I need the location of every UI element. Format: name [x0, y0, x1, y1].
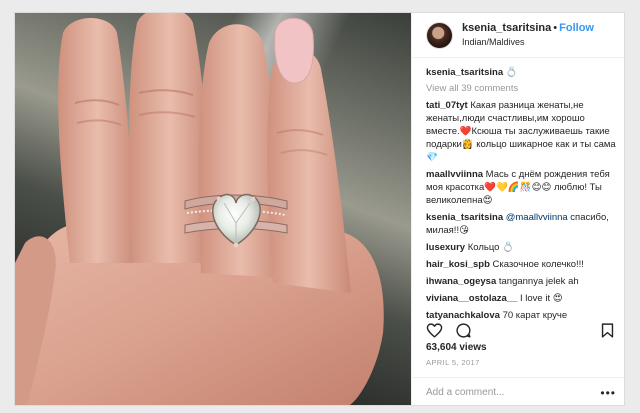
post-header: ksenia_tsaritsina • Follow Indian/Maldives: [412, 13, 624, 58]
caption: ksenia_tsaritsina 💍: [426, 66, 616, 79]
comment-username[interactable]: ihwana_ogeysa: [426, 276, 496, 287]
comment-item: tati_07tyt Какая разница женаты,не женат…: [426, 99, 616, 164]
post-header-line: ksenia_tsaritsina • Follow: [462, 21, 594, 35]
comment-username[interactable]: lusexury: [426, 242, 465, 253]
view-count: 63,604 views: [426, 342, 487, 353]
instagram-post-card: ksenia_tsaritsina • Follow Indian/Maldives…: [14, 12, 625, 406]
comment-username[interactable]: maallvviinna: [426, 169, 483, 180]
more-options-icon[interactable]: •••: [600, 386, 616, 400]
view-all-comments-link[interactable]: View all 39 comments: [426, 83, 616, 94]
add-comment-bar: •••: [412, 377, 624, 405]
follow-button[interactable]: Follow: [559, 22, 594, 34]
comment-username[interactable]: viviana__ostolaza__: [426, 293, 517, 304]
comment-text: I love it 😍: [520, 293, 563, 304]
post-actions: [426, 320, 616, 340]
comment-text: Кольцо 💍: [467, 242, 514, 253]
post-username[interactable]: ksenia_tsaritsina: [462, 22, 551, 34]
comment-username[interactable]: ksenia_tsaritsina: [426, 212, 503, 223]
bookmark-icon[interactable]: [599, 322, 616, 339]
comment-item: viviana__ostolaza__ I love it 😍: [426, 292, 616, 305]
comment-username[interactable]: tati_07tyt: [426, 100, 468, 111]
comment-item: ihwana_ogeysa tangannya jelek ah: [426, 275, 616, 288]
post-header-text: ksenia_tsaritsina • Follow Indian/Maldives: [462, 21, 594, 49]
avatar[interactable]: [426, 21, 453, 49]
hand-with-ring-image: [15, 13, 384, 405]
comment-username[interactable]: hair_kosi_spb: [426, 259, 490, 270]
caption-username[interactable]: ksenia_tsaritsina: [426, 67, 503, 78]
comment-item: ksenia_tsaritsina @maallvviinna спасибо,…: [426, 211, 616, 237]
comment-item: hair_kosi_spb Сказочное колечко!!!: [426, 258, 616, 271]
heart-icon[interactable]: [426, 322, 443, 339]
add-comment-input[interactable]: [426, 387, 601, 398]
comment-item: lusexury Кольцо 💍: [426, 241, 616, 254]
comment-icon[interactable]: [455, 322, 472, 339]
caption-text: 💍: [505, 67, 518, 78]
post-side-panel: ksenia_tsaritsina • Follow Indian/Maldives…: [411, 13, 624, 405]
post-location[interactable]: Indian/Maldives: [462, 35, 594, 49]
separator-dot: •: [553, 22, 558, 34]
comment-mention[interactable]: @maallvviinna: [506, 212, 568, 223]
comments-list: ksenia_tsaritsina 💍 View all 39 comments…: [412, 58, 624, 321]
post-photo[interactable]: [15, 13, 411, 405]
comment-text: Сказочное колечко!!!: [492, 259, 584, 270]
comment-item: maallvviinna Мась с днём рождения тебя м…: [426, 168, 616, 207]
comment-text: tangannya jelek ah: [498, 276, 579, 287]
post-date: APRIL 5, 2017: [426, 358, 480, 367]
